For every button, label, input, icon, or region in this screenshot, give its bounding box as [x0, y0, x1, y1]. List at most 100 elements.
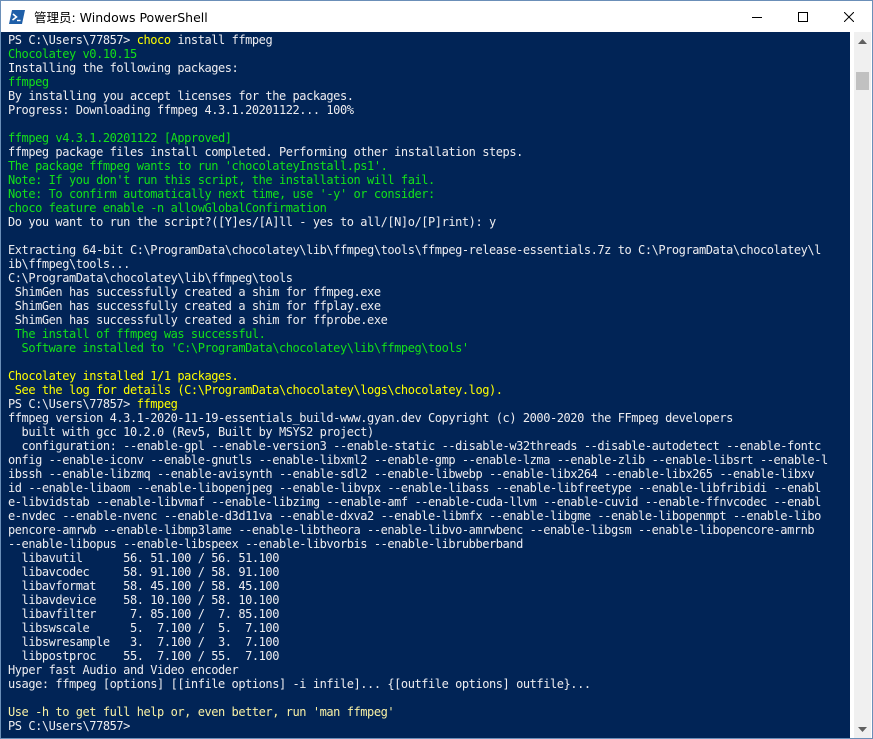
title-bar[interactable]: 管理员: Windows PowerShell: [1, 1, 872, 32]
console-lines: PS C:\Users\77857> choco install ffmpeg C…: [1, 32, 850, 733]
window-title: 管理员: Windows PowerShell: [34, 10, 208, 25]
console-line: The install of ffmpeg was successful.: [8, 327, 850, 341]
close-button[interactable]: [826, 1, 872, 32]
console-text-segment: Software installed to 'C:\ProgramData\ch…: [8, 341, 470, 355]
console-text-segment: e-nvdec --enable-nvenc --enable-d3d11va …: [8, 509, 821, 523]
console-line: Do you want to run the script?([Y]es/[A]…: [8, 215, 850, 229]
console-line: libavcodec 58. 91.100 / 58. 91.100: [8, 565, 850, 579]
console-text-segment: libavfilter 7. 85.100 / 7. 85.100: [8, 607, 280, 621]
console-line: PS C:\Users\77857> choco install ffmpeg: [8, 33, 850, 47]
console-text-segment: libavformat 58. 45.100 / 58. 45.100: [8, 579, 280, 593]
console-line: libavutil 56. 51.100 / 56. 51.100: [8, 551, 850, 565]
console-text-segment: ShimGen has successfully created a shim …: [8, 285, 381, 299]
console-text-segment: libswresample 3. 7.100 / 3. 7.100: [8, 635, 280, 649]
console-text-segment: Use -h to get full help or, even better,…: [8, 705, 395, 719]
maximize-icon: [798, 11, 808, 22]
chevron-up-icon: [858, 38, 867, 44]
console-line: e-nvdec --enable-nvenc --enable-d3d11va …: [8, 509, 850, 523]
scroll-thumb[interactable]: [856, 72, 869, 90]
console-text-segment: PS C:\Users\77857>: [8, 719, 137, 733]
console-line: ffmpeg version 4.3.1-2020-11-19-essentia…: [8, 411, 850, 425]
console-text-segment: Note: To confirm automatically next time…: [8, 187, 435, 201]
console-text-segment: Chocolatey installed 1/1 packages.: [8, 369, 239, 383]
console-line: onfig --enable-iconv --enable-gnutls --e…: [8, 453, 850, 467]
console-line: Note: To confirm automatically next time…: [8, 187, 850, 201]
console-line: C:\ProgramData\chocolatey\lib\ffmpeg\too…: [8, 271, 850, 285]
close-icon: [844, 11, 854, 22]
console-text-segment: choco: [136, 33, 171, 47]
chevron-down-icon: [858, 726, 867, 732]
console-text-segment: choco feature enable -n allowGlobalConfi…: [8, 201, 327, 215]
console-line: Note: If you don't run this script, the …: [8, 173, 850, 187]
console-text-segment: ShimGen has successfully created a shim …: [8, 299, 381, 313]
console-text-segment: ib\ffmpeg\tools...: [8, 257, 130, 271]
console-text-segment: ffmpeg version 4.3.1-2020-11-19-essentia…: [8, 411, 733, 425]
console-text-segment: Hyper fast Audio and Video encoder: [8, 663, 239, 677]
console-line: pencore-amrwb --enable-libmp3lame --enab…: [8, 523, 850, 537]
console-line: Chocolatey v0.10.15: [8, 47, 850, 61]
console-text-segment: Do you want to run the script?([Y]es/[A]…: [8, 215, 496, 229]
console-text-segment: Installing the following packages:: [8, 61, 239, 75]
console-line: ShimGen has successfully created a shim …: [8, 285, 850, 299]
console-line: libavfilter 7. 85.100 / 7. 85.100: [8, 607, 850, 621]
console-line: Installing the following packages:: [8, 61, 850, 75]
console-text-segment: PS C:\Users\77857>: [8, 33, 137, 47]
console-line: PS C:\Users\77857> ffmpeg: [8, 397, 850, 411]
vertical-scrollbar[interactable]: [854, 32, 871, 738]
powershell-window: 管理员: Windows PowerShell PS C:\Users\7785…: [0, 0, 873, 739]
console-text-segment: built with gcc 10.2.0 (Rev5, Built by MS…: [8, 425, 375, 439]
console-line: The package ffmpeg wants to run 'chocola…: [8, 159, 850, 173]
console-text-segment: configuration: --enable-gpl --enable-ver…: [8, 439, 822, 453]
console-text-segment: ffmpeg: [136, 397, 178, 411]
window-controls: [734, 1, 872, 32]
minimize-button[interactable]: [734, 1, 780, 32]
console-line: Chocolatey installed 1/1 packages.: [8, 369, 850, 383]
console-line: See the log for details (C:\ProgramData\…: [8, 383, 850, 397]
console-line: libavformat 58. 45.100 / 58. 45.100: [8, 579, 850, 593]
console-line: libswscale 5. 7.100 / 5. 7.100: [8, 621, 850, 635]
console-line: ShimGen has successfully created a shim …: [8, 313, 850, 327]
console-text-segment: By installing you accept licenses for th…: [8, 89, 354, 103]
console-line: libpostproc 55. 7.100 / 55. 7.100: [8, 649, 850, 663]
scroll-down-button[interactable]: [854, 721, 871, 738]
console-line: libswresample 3. 7.100 / 3. 7.100: [8, 635, 850, 649]
console-line: ffmpeg v4.3.1.20201122 [Approved]: [8, 131, 850, 145]
console-line: usage: ffmpeg [options] [[infile options…: [8, 677, 850, 691]
console-output[interactable]: PS C:\Users\77857> choco install ffmpeg C…: [1, 32, 850, 738]
console-line: choco feature enable -n allowGlobalConfi…: [8, 201, 850, 215]
console-line: ib\ffmpeg\tools...: [8, 257, 850, 271]
console-text-segment: Extracting 64-bit C:\ProgramData\chocola…: [8, 243, 821, 257]
console-line: libavdevice 58. 10.100 / 58. 10.100: [8, 593, 850, 607]
console-text-segment: pencore-amrwb --enable-libmp3lame --enab…: [8, 523, 815, 537]
minimize-icon: [752, 16, 762, 18]
console-line: configuration: --enable-gpl --enable-ver…: [8, 439, 850, 453]
console-line: e-libvidstab --enable-libvmaf --enable-l…: [8, 495, 850, 509]
console-text-segment: See the log for details (C:\ProgramData\…: [8, 383, 503, 397]
console-text-segment: libavdevice 58. 10.100 / 58. 10.100: [8, 593, 280, 607]
console-text-segment: ffmpeg v4.3.1.20201122 [Approved]: [8, 131, 232, 145]
console-line: --enable-libopus --enable-libspeex --ena…: [8, 537, 850, 551]
console-text-segment: id --enable-libaom --enable-libopenjpeg …: [8, 481, 821, 495]
console-text-segment: ibssh --enable-libzmq --enable-avisynth …: [8, 467, 815, 481]
console-text-segment: install ffmpeg: [170, 33, 273, 47]
console-line: ibssh --enable-libzmq --enable-avisynth …: [8, 467, 850, 481]
powershell-icon[interactable]: [9, 9, 25, 25]
console-text-segment: libswscale 5. 7.100 / 5. 7.100: [8, 621, 280, 635]
console-text-segment: e-libvidstab --enable-libvmaf --enable-l…: [8, 495, 821, 509]
maximize-button[interactable]: [780, 1, 826, 32]
console-line: built with gcc 10.2.0 (Rev5, Built by MS…: [8, 425, 850, 439]
console-text-segment: libavcodec 58. 91.100 / 58. 91.100: [8, 565, 280, 579]
console-text-segment: ffmpeg package files install completed. …: [8, 145, 523, 159]
console-text-segment: Progress: Downloading ffmpeg 4.3.1.20201…: [8, 103, 354, 117]
console-text-segment: The install of ffmpeg was successful.: [8, 327, 266, 341]
console-line: Extracting 64-bit C:\ProgramData\chocola…: [8, 243, 850, 257]
console-line: Hyper fast Audio and Video encoder: [8, 663, 850, 677]
console-text-segment: onfig --enable-iconv --enable-gnutls --e…: [8, 453, 828, 467]
scroll-up-button[interactable]: [854, 32, 871, 49]
console-text-segment: libpostproc 55. 7.100 / 55. 7.100: [8, 649, 280, 663]
console-line: id --enable-libaom --enable-libopenjpeg …: [8, 481, 850, 495]
console-text-segment: libavutil 56. 51.100 / 56. 51.100: [8, 551, 280, 565]
console-line: Software installed to 'C:\ProgramData\ch…: [8, 341, 850, 355]
